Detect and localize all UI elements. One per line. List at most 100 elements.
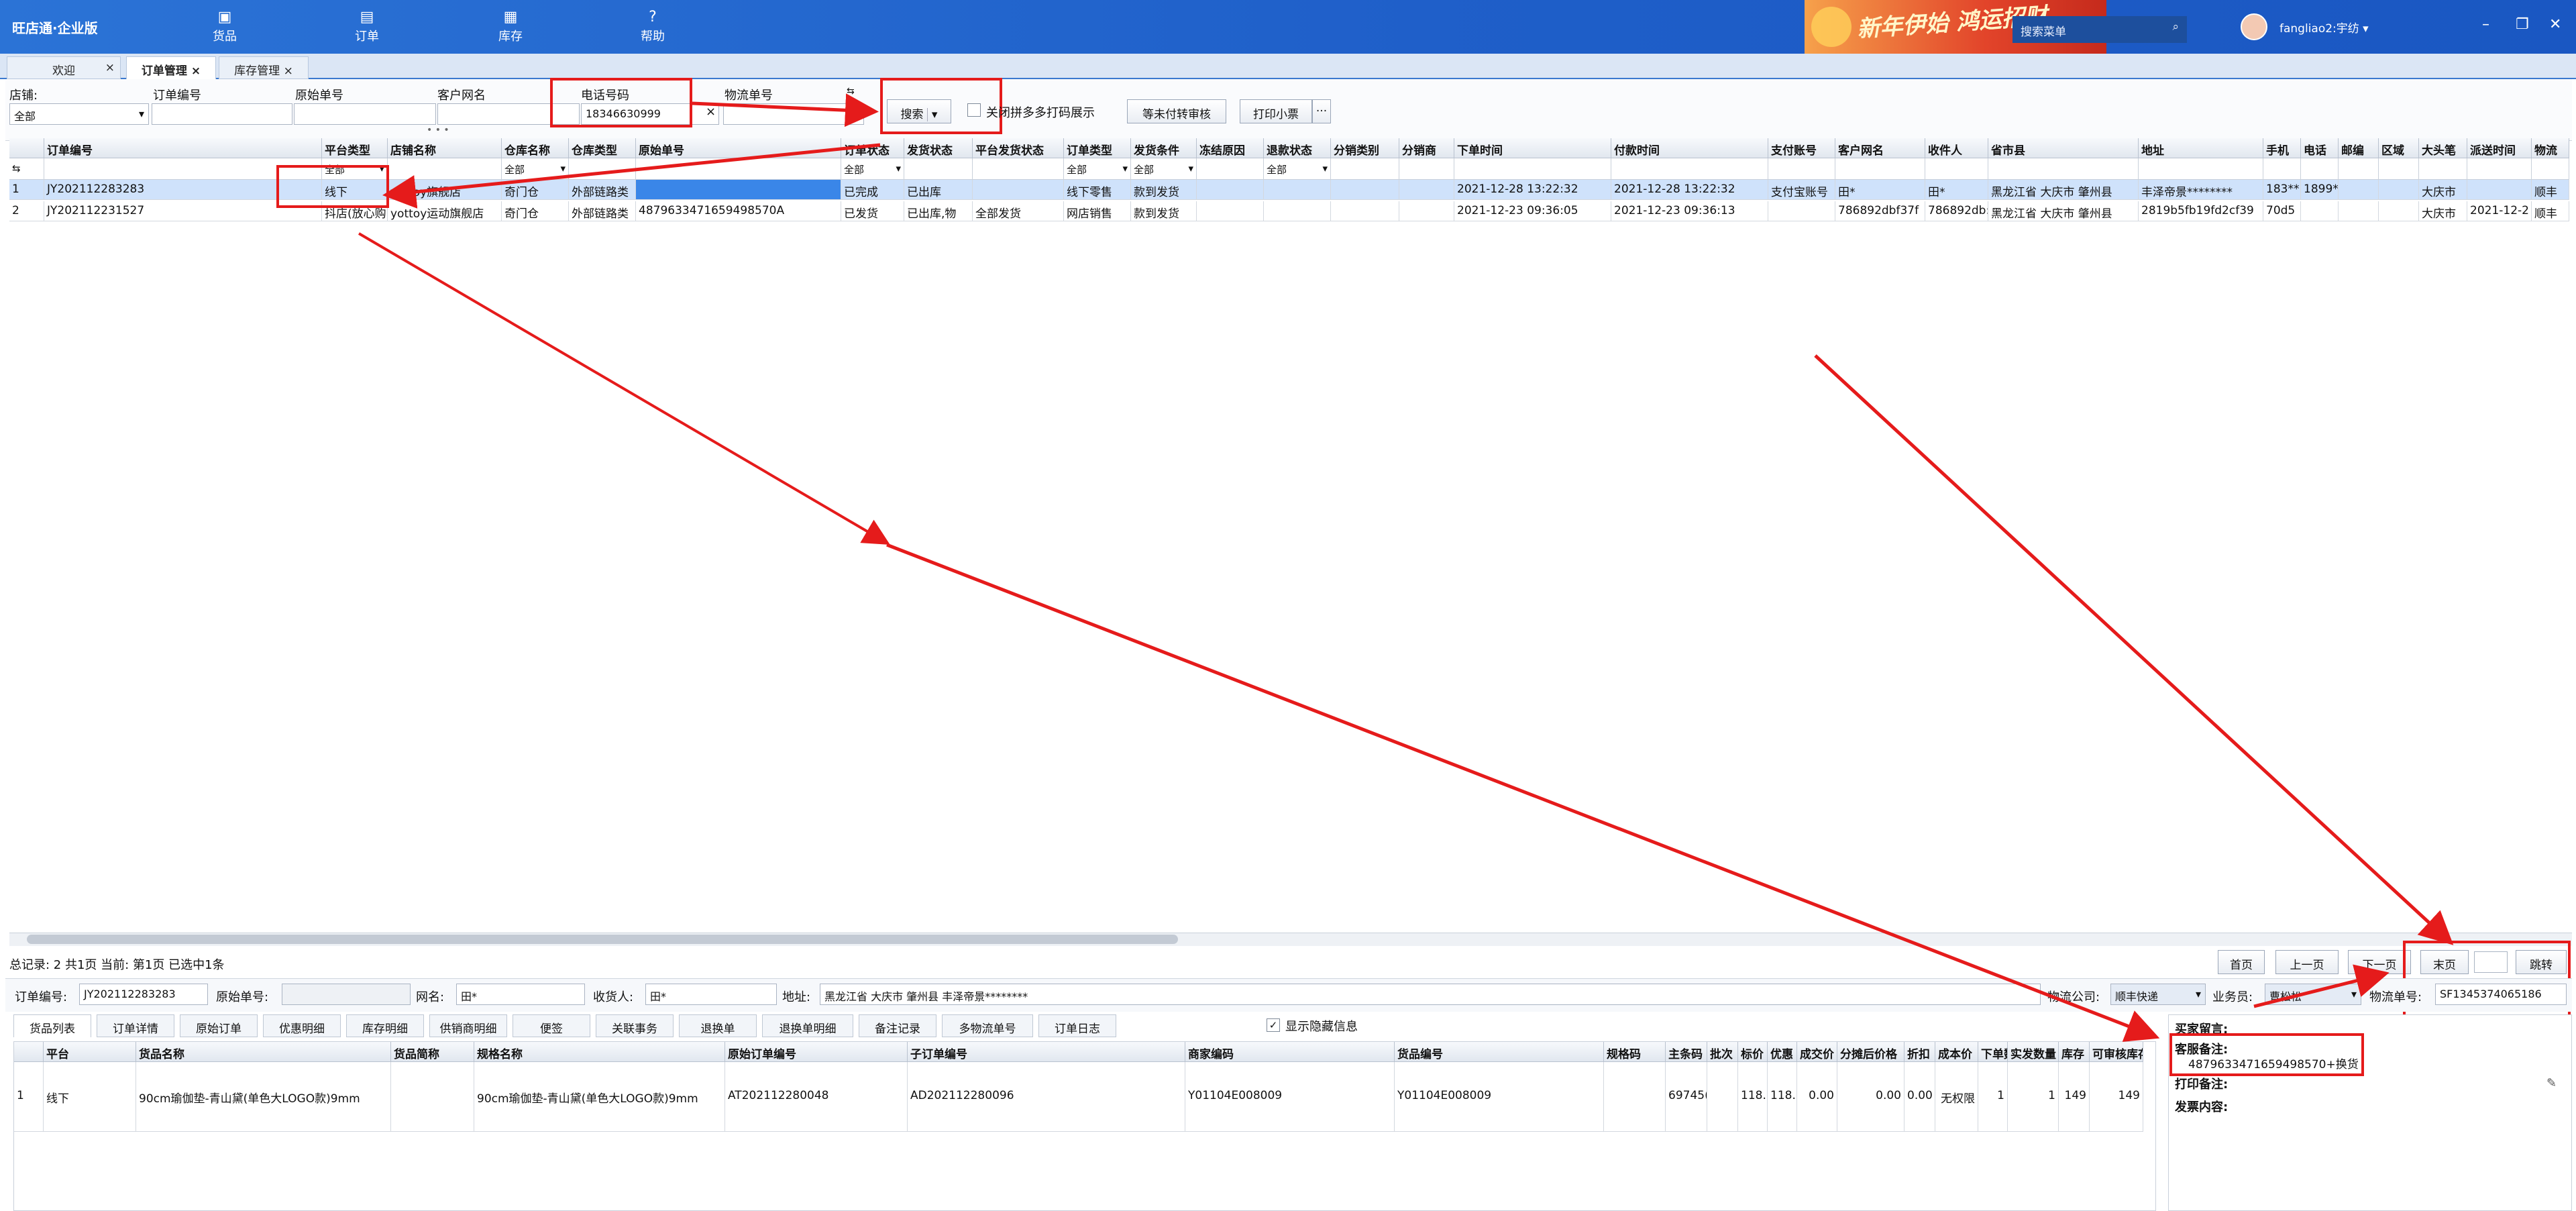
detail-logi-no[interactable]: SF1345374065186 — [2435, 984, 2567, 1005]
table-cell[interactable]: 90cm瑜伽垫-青山黛(单色大LOGO款)9mm — [474, 1062, 725, 1132]
column-filter[interactable] — [2532, 158, 2569, 180]
table-cell[interactable]: 奇门仓 — [502, 201, 569, 221]
table-cell[interactable]: 支付宝账号 — [1768, 180, 1835, 200]
column-header[interactable]: 冻结原因 — [1197, 138, 1264, 158]
table-cell[interactable] — [2301, 201, 2339, 221]
column-header[interactable]: 分摊后价格 — [1837, 1042, 1904, 1062]
column-header[interactable]: 优惠 — [1768, 1042, 1797, 1062]
table-cell[interactable] — [2379, 201, 2419, 221]
table-cell[interactable]: 奇门仓 — [502, 180, 569, 200]
sub-tab[interactable]: 供销商明细 — [429, 1014, 507, 1037]
column-filter[interactable] — [1331, 158, 1399, 180]
column-filter[interactable]: 全部 ▾ — [1264, 158, 1331, 180]
maximize-icon[interactable]: ❐ — [2516, 16, 2529, 33]
detail-sales[interactable]: 曹松松 ▾ — [2265, 984, 2361, 1005]
table-cell[interactable]: 0.00 — [1797, 1062, 1837, 1132]
sub-tab[interactable]: 货品列表 — [13, 1014, 91, 1037]
column-filter[interactable] — [1988, 158, 2139, 180]
table-cell[interactable]: 丰泽帝景******** — [2139, 180, 2263, 200]
user-name[interactable]: fangliao2:宇纺 ▾ — [2279, 19, 2369, 36]
column-header[interactable]: 下单时间 — [1454, 138, 1611, 158]
column-header[interactable]: 货品简称 — [391, 1042, 474, 1062]
orig-no-input[interactable] — [294, 103, 436, 125]
column-header[interactable]: 商家编码 — [1185, 1042, 1395, 1062]
column-header[interactable]: 平台 — [44, 1042, 136, 1062]
column-filter[interactable] — [904, 158, 973, 180]
column-header[interactable]: 大头笔 — [2419, 138, 2467, 158]
column-filter[interactable] — [569, 158, 636, 180]
detail-addr[interactable]: 黑龙江省 大庆市 肇州县 丰泽帝景******** — [820, 984, 2041, 1005]
column-header[interactable]: 实发数量 — [2008, 1042, 2059, 1062]
row-number[interactable]: 2 — [9, 201, 44, 221]
pending-audit-button[interactable]: 等未付转审核 — [1127, 99, 1226, 123]
column-header[interactable]: 平台类型 — [322, 138, 388, 158]
shop-select[interactable]: 全部 ▾ — [9, 103, 149, 125]
table-cell[interactable]: 2819b5fb19fd2cf39 — [2139, 201, 2263, 221]
table-cell[interactable]: 已出库 — [904, 180, 973, 200]
column-filter[interactable] — [973, 158, 1064, 180]
table-cell[interactable] — [636, 180, 841, 200]
table-cell[interactable]: 118.0 — [1768, 1062, 1797, 1132]
clear-icon[interactable]: × — [706, 105, 716, 119]
table-cell[interactable]: 网店销售 — [1064, 201, 1131, 221]
column-header[interactable]: 退款状态 — [1264, 138, 1331, 158]
table-cell[interactable]: 90cm瑜伽垫-青山黛(单色大LOGO款)9mm — [136, 1062, 391, 1132]
row-number-header[interactable] — [9, 138, 44, 158]
table-cell[interactable]: 0.00 — [1837, 1062, 1904, 1132]
table-cell[interactable] — [1399, 180, 1454, 200]
column-header[interactable]: 下单数 — [1978, 1042, 2008, 1062]
column-header[interactable]: 付款时间 — [1611, 138, 1768, 158]
print-receipt-button[interactable]: 打印小票 — [1240, 99, 1312, 123]
column-header[interactable]: 电话 — [2301, 138, 2339, 158]
column-filter[interactable] — [2139, 158, 2263, 180]
nav-help[interactable]: ? 帮助 — [609, 8, 696, 48]
table-cell[interactable] — [1264, 201, 1331, 221]
table-cell[interactable]: 2021-12-23 09:36:13 — [1611, 201, 1768, 221]
sub-tab[interactable]: 订单详情 — [97, 1014, 174, 1037]
table-cell[interactable]: Y01104E008009 — [1395, 1062, 1604, 1132]
minimize-icon[interactable]: – — [2482, 16, 2489, 33]
table-cell[interactable]: 2021-12-2 — [2467, 201, 2532, 221]
sub-tab[interactable]: 退换单 — [679, 1014, 757, 1037]
table-cell[interactable]: 全部发货 — [973, 201, 1064, 221]
table-cell[interactable] — [2379, 180, 2419, 200]
next-page-button[interactable]: 下一页 — [2348, 950, 2411, 974]
table-cell[interactable] — [391, 1062, 474, 1132]
table-cell[interactable]: 4879633471659498570A — [636, 201, 841, 221]
table-cell[interactable]: 2021-12-23 09:36:05 — [1454, 201, 1611, 221]
scroll-thumb[interactable] — [27, 935, 1178, 944]
column-filter[interactable] — [1197, 158, 1264, 180]
column-header[interactable]: 平台发货状态 — [973, 138, 1064, 158]
row-number[interactable]: 1 — [14, 1062, 44, 1132]
column-filter[interactable]: 全部 ▾ — [1064, 158, 1131, 180]
table-cell[interactable]: 无权限 — [1935, 1062, 1978, 1132]
column-filter[interactable] — [2263, 158, 2301, 180]
close-icon[interactable]: ✕ — [2549, 16, 2561, 33]
table-cell[interactable]: AD202112280096 — [908, 1062, 1185, 1132]
column-filter[interactable]: 全部 ▾ — [502, 158, 569, 180]
sub-tab[interactable]: 退换单明细 — [762, 1014, 853, 1037]
nav-orders[interactable]: ▤ 订单 — [323, 8, 411, 48]
table-cell[interactable]: 款到发货 — [1131, 201, 1197, 221]
column-header[interactable]: 原始订单编号 — [725, 1042, 908, 1062]
table-cell[interactable]: 款到发货 — [1131, 180, 1197, 200]
pdd-mask-checkbox[interactable] — [967, 103, 981, 117]
table-cell[interactable]: 已完成 — [841, 180, 904, 200]
tab-welcome[interactable]: 欢迎 × — [7, 56, 121, 79]
sub-tab[interactable]: 原始订单 — [180, 1014, 258, 1037]
column-header[interactable]: 订单编号 — [44, 138, 322, 158]
column-header[interactable]: 标价 — [1738, 1042, 1768, 1062]
column-header[interactable]: 邮编 — [2339, 138, 2379, 158]
filter-toggle-icon[interactable]: ⇆ — [9, 158, 44, 180]
column-filter[interactable] — [1399, 158, 1454, 180]
column-filter[interactable] — [2339, 158, 2379, 180]
column-header[interactable]: 分销类别 — [1331, 138, 1399, 158]
prev-page-button[interactable]: 上一页 — [2275, 950, 2339, 974]
table-cell[interactable]: 外部链路类 — [569, 201, 636, 221]
table-cell[interactable]: 149 — [2059, 1062, 2090, 1132]
table-cell[interactable]: yottoy运动旗舰店 — [388, 201, 502, 221]
column-header[interactable]: 物流 — [2532, 138, 2569, 158]
detail-orig[interactable] — [282, 984, 411, 1005]
table-cell[interactable] — [1264, 180, 1331, 200]
column-header[interactable]: 折扣 — [1904, 1042, 1935, 1062]
